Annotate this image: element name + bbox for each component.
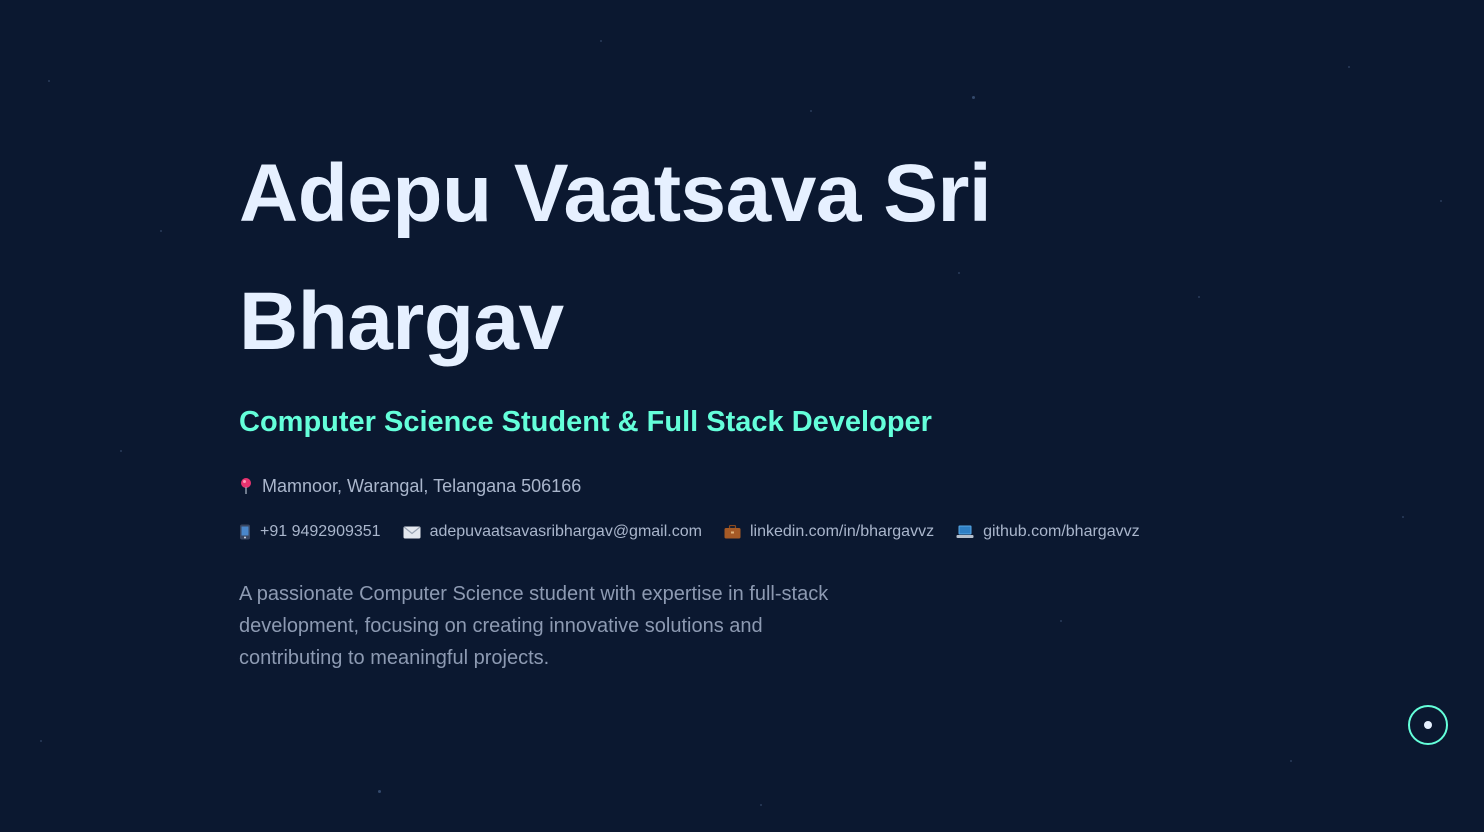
subtitle: Computer Science Student & Full Stack De… (239, 406, 932, 438)
map-pin-icon (239, 477, 253, 495)
location: Mamnoor, Warangal, Telangana 506166 (239, 474, 1219, 498)
github-link: github.com/bhargavvz (983, 523, 1140, 540)
contact-phone[interactable]: +91 9492909351 (239, 522, 381, 542)
contact-linkedin[interactable]: linkedin.com/in/bhargavvz (724, 522, 934, 542)
briefcase-icon (724, 525, 741, 539)
contact-list: +91 9492909351 adepuvaatsavasribhargav@g… (239, 522, 1219, 542)
contact-github[interactable]: github.com/bhargavvz (956, 522, 1140, 542)
scroll-indicator-button[interactable] (1408, 705, 1448, 745)
contact-email[interactable]: adepuvaatsavasribhargav@gmail.com (403, 522, 702, 542)
scroll-indicator-icon (1424, 721, 1432, 729)
hero-section: Adepu Vaatsava Sri Bhargav Computer Scie… (239, 130, 1219, 674)
phone-text: +91 9492909351 (260, 523, 381, 540)
email-link: adepuvaatsavasribhargav@gmail.com (429, 523, 702, 540)
laptop-icon (956, 525, 974, 539)
location-text: Mamnoor, Warangal, Telangana 506166 (262, 476, 582, 496)
envelope-icon (403, 526, 421, 539)
phone-icon (239, 524, 251, 540)
bio-text: A passionate Computer Science student wi… (239, 583, 829, 669)
linkedin-link: linkedin.com/in/bhargavvz (749, 523, 935, 540)
page-title: Adepu Vaatsava Sri Bhargav (239, 148, 992, 367)
